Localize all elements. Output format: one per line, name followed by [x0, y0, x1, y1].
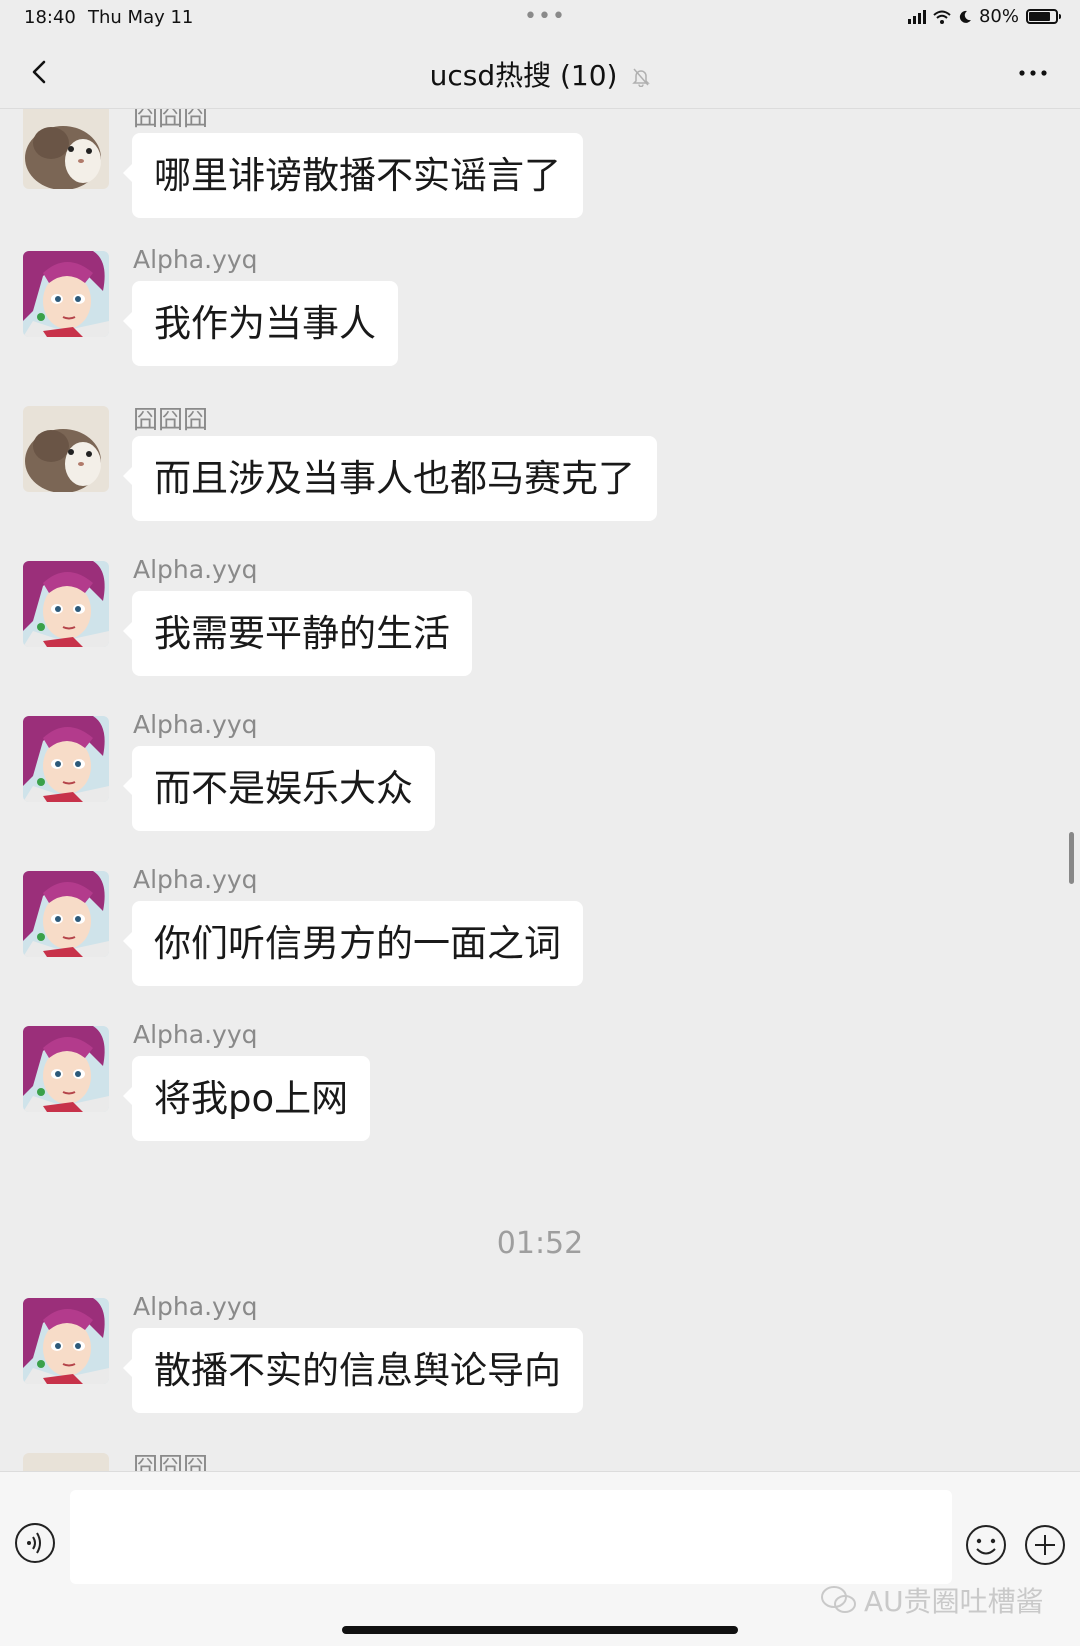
chat-header: ucsd热搜 (10) — [0, 36, 1080, 109]
watermark-text: AU贵圈吐槽酱 — [864, 1585, 1044, 1618]
status-indicators: 80% — [907, 6, 1061, 27]
home-indicator[interactable] — [342, 1626, 738, 1634]
scroll-indicator[interactable] — [1069, 832, 1074, 884]
sender-avatar-cat[interactable] — [23, 1453, 109, 1471]
more-options-icon[interactable] — [1016, 56, 1050, 90]
watermark: AU贵圈吐槽酱 — [820, 1580, 1044, 1620]
message-bubble[interactable]: 哪里诽谤散播不实谣言了 — [123, 133, 583, 218]
sender-avatar-cat[interactable] — [23, 406, 109, 492]
sender-name: 囧囧囧 — [133, 405, 209, 434]
wifi-icon — [933, 10, 951, 24]
sender-avatar-cat[interactable] — [23, 109, 109, 189]
message-bubble[interactable]: 而不是娱乐大众 — [123, 746, 435, 831]
wechat-logo-icon — [821, 1586, 856, 1613]
message-bubble[interactable]: 你们听信男方的一面之词 — [123, 901, 583, 986]
battery-icon — [1026, 9, 1061, 24]
voice-input-icon[interactable] — [14, 1522, 56, 1564]
sender-name: Alpha.yyq — [133, 245, 258, 274]
sender-name: 囧囧囧 — [133, 1452, 209, 1471]
status-date: Thu May 11 — [88, 7, 194, 28]
sender-name: 囧囧囧 — [133, 109, 209, 131]
message-list[interactable]: 囧囧囧 哪里诽谤散播不实谣言了 Alpha.yyq 我作为当事人 囧囧囧 而且涉… — [0, 109, 1080, 1471]
sender-name: Alpha.yyq — [133, 865, 258, 894]
input-bar: AU贵圈吐槽酱 — [0, 1471, 1080, 1646]
cellular-signal-icon — [907, 9, 926, 24]
sender-avatar-anime-girl[interactable] — [23, 561, 109, 647]
emoji-icon[interactable] — [965, 1524, 1007, 1566]
sender-name: Alpha.yyq — [133, 710, 258, 739]
sender-name: Alpha.yyq — [133, 555, 258, 584]
sender-avatar-anime-girl[interactable] — [23, 1026, 109, 1112]
add-more-icon[interactable] — [1024, 1524, 1066, 1566]
message-bubble[interactable]: 我需要平静的生活 — [123, 591, 472, 676]
message-bubble[interactable]: 将我po上网 — [122, 1056, 371, 1141]
battery-percent: 80% — [978, 6, 1019, 27]
multitasking-dots-icon[interactable]: ••• — [524, 4, 566, 29]
moon-icon — [959, 10, 971, 23]
mute-bell-icon — [632, 68, 651, 87]
sender-name: Alpha.yyq — [133, 1020, 258, 1049]
sender-avatar-anime-girl[interactable] — [23, 871, 109, 957]
status-time: 18:40 — [24, 7, 76, 28]
status-bar: 18:40 Thu May 11 ••• 80% — [0, 0, 1080, 36]
sender-avatar-anime-girl[interactable] — [23, 716, 109, 802]
sender-avatar-anime-girl[interactable] — [23, 1298, 109, 1384]
message-input[interactable] — [70, 1490, 952, 1584]
sender-avatar-anime-girl[interactable] — [23, 251, 109, 337]
message-bubble[interactable]: 我作为当事人 — [123, 281, 398, 366]
sender-name: Alpha.yyq — [133, 1292, 258, 1321]
chat-title: ucsd热搜 (10) — [429, 59, 618, 92]
message-bubble[interactable]: 而且涉及当事人也都马赛克了 — [123, 436, 657, 521]
message-timestamp: 01:52 — [496, 1226, 584, 1261]
message-bubble[interactable]: 散播不实的信息舆论导向 — [123, 1328, 583, 1413]
chat-title-wrap: ucsd热搜 (10) — [0, 54, 1080, 94]
